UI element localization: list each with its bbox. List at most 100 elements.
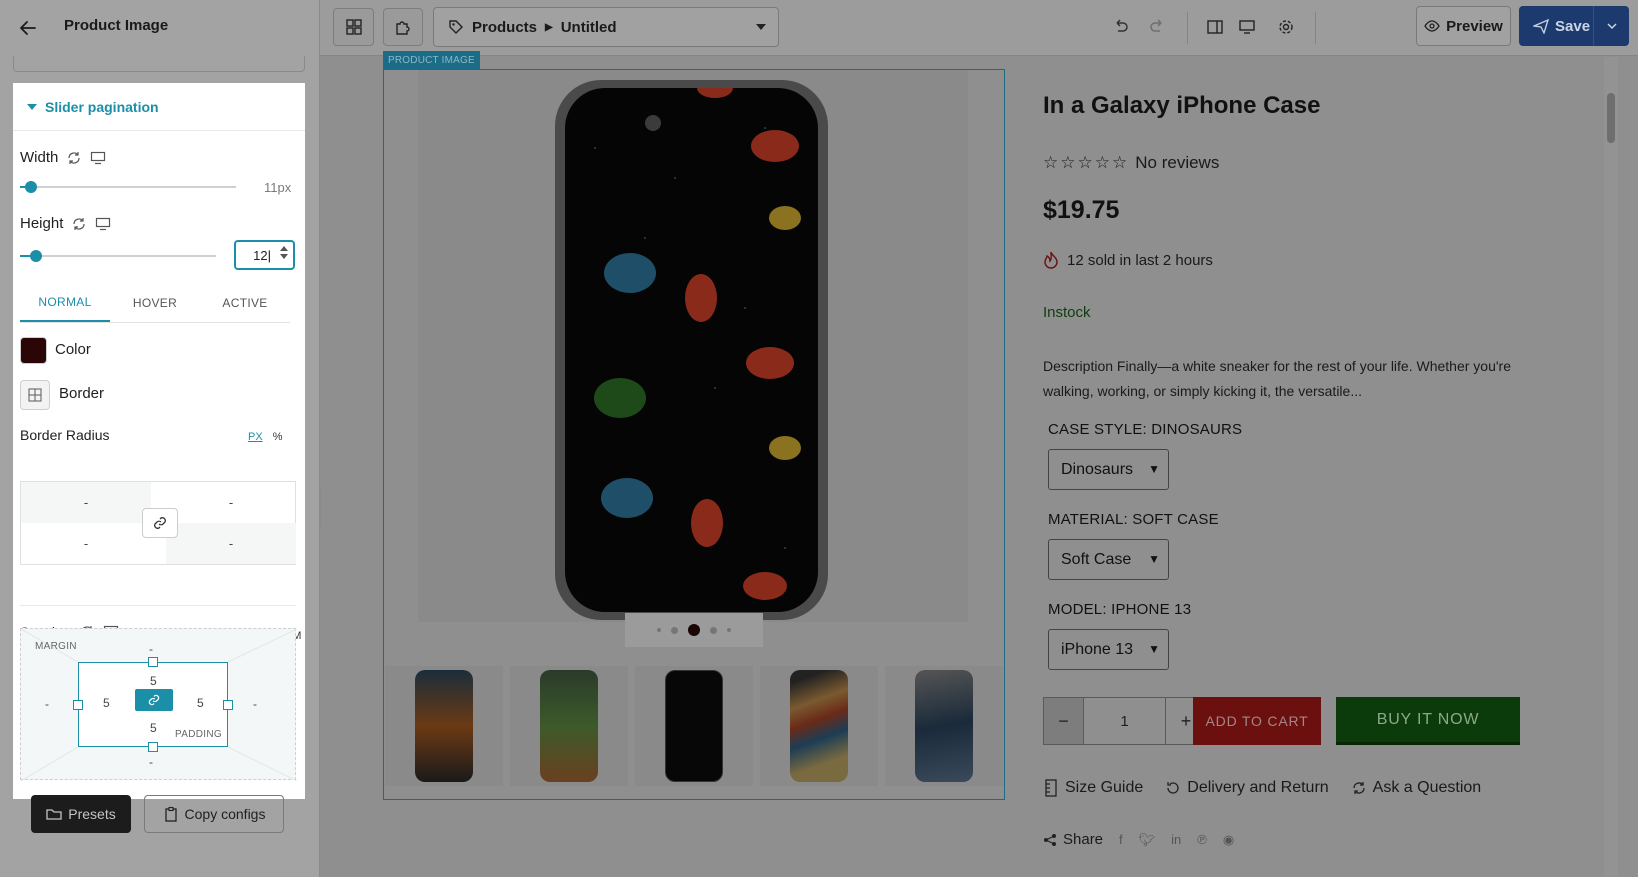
padding-bottom-handle[interactable] xyxy=(148,742,158,752)
material-value: Soft Case xyxy=(1061,550,1132,568)
copy-configs-button[interactable]: Copy configs xyxy=(144,795,284,833)
border-label: Border xyxy=(59,385,104,402)
pinterest-icon[interactable]: ℗ xyxy=(1197,832,1207,847)
breadcrumb-products: Products xyxy=(472,18,538,36)
delivery-return-link[interactable]: Delivery and Return xyxy=(1165,779,1329,797)
desktop-icon[interactable] xyxy=(90,150,106,166)
padding-left[interactable]: 5 xyxy=(103,696,110,710)
radius-top-right[interactable]: - xyxy=(166,482,296,523)
device-desktop-button[interactable] xyxy=(1234,14,1260,40)
save-main[interactable]: Save xyxy=(1519,18,1593,35)
preview-button[interactable]: Preview xyxy=(1416,6,1511,46)
refresh-icon xyxy=(1353,782,1365,794)
settings-panel: Slider pagination Width 11px Height 12| xyxy=(0,56,320,877)
margin-top[interactable]: - xyxy=(149,642,153,656)
plugin-button[interactable] xyxy=(383,8,423,46)
reddit-icon[interactable]: ◉ xyxy=(1223,832,1234,848)
padding-link-button[interactable] xyxy=(135,689,173,711)
desktop-icon[interactable] xyxy=(95,216,111,232)
padding-left-handle[interactable] xyxy=(73,700,83,710)
save-options-button[interactable] xyxy=(1593,6,1629,46)
undo-button[interactable] xyxy=(1108,14,1134,40)
radius-link-button[interactable] xyxy=(142,508,178,538)
model-select[interactable]: iPhone 13 ▼ xyxy=(1048,629,1169,670)
stepper-down-icon[interactable] xyxy=(280,254,288,259)
caret-down-icon xyxy=(27,104,37,110)
quantity-decrease-button[interactable]: − xyxy=(1044,698,1084,744)
margin-left[interactable]: - xyxy=(45,697,49,711)
canvas-scrollbar[interactable] xyxy=(1604,57,1618,877)
radius-bottom-right[interactable]: - xyxy=(166,523,296,564)
width-value: 11px xyxy=(264,180,292,195)
ask-question-link[interactable]: Ask a Question xyxy=(1351,779,1482,797)
tab-normal[interactable]: NORMAL xyxy=(20,283,110,322)
product-price: $19.75 xyxy=(1043,196,1120,224)
product-links: Size Guide Delivery and Return Ask a Que… xyxy=(1043,779,1481,797)
padding-top-handle[interactable] xyxy=(148,657,158,667)
quantity-input[interactable]: 1 xyxy=(1084,698,1166,744)
tab-hover[interactable]: HOVER xyxy=(110,283,200,322)
width-slider-track[interactable] xyxy=(20,186,236,188)
border-button[interactable] xyxy=(20,380,50,410)
ask-question-label: Ask a Question xyxy=(1372,779,1482,796)
color-swatch[interactable] xyxy=(20,337,47,364)
preview-label: Preview xyxy=(1446,17,1503,35)
add-to-cart-button[interactable]: ADD TO CART xyxy=(1193,697,1321,745)
divider xyxy=(13,130,305,131)
margin-right[interactable]: - xyxy=(253,697,257,711)
reset-icon[interactable] xyxy=(71,216,87,232)
padding-right[interactable]: 5 xyxy=(197,696,204,710)
material-select[interactable]: Soft Case ▼ xyxy=(1048,539,1169,580)
unit-percent[interactable]: % xyxy=(273,431,283,443)
twitter-icon[interactable]: 🐦︎ xyxy=(1139,832,1156,848)
redo-button[interactable] xyxy=(1144,14,1170,40)
stepper-up-icon[interactable] xyxy=(280,246,288,251)
height-input[interactable]: 12 | xyxy=(234,240,295,270)
chevron-down-icon: ▼ xyxy=(1148,462,1160,476)
height-stepper[interactable] xyxy=(280,246,288,259)
quantity-stepper: − 1 + xyxy=(1043,697,1207,745)
height-slider-thumb[interactable] xyxy=(30,250,42,262)
selected-element-outline xyxy=(383,69,1005,800)
size-guide-link[interactable]: Size Guide xyxy=(1043,779,1143,797)
sold-text: 12 sold in last 2 hours xyxy=(1067,251,1213,269)
section-title: Slider pagination xyxy=(45,99,159,115)
grid-icon xyxy=(345,19,362,35)
selection-tag[interactable]: PRODUCT IMAGE xyxy=(383,51,480,69)
reset-icon[interactable] xyxy=(66,150,82,166)
linkedin-icon[interactable]: in xyxy=(1171,832,1181,847)
padding-box: 5 5 5 5 PADDING xyxy=(78,662,228,747)
settings-button[interactable] xyxy=(1273,14,1299,40)
height-slider-track[interactable] xyxy=(20,255,216,257)
ruler-icon xyxy=(1045,779,1057,797)
redo-icon xyxy=(1150,19,1162,32)
rating-row: ☆ ☆ ☆ ☆ ☆ No reviews xyxy=(1043,153,1219,173)
buy-now-button[interactable]: BUY IT NOW xyxy=(1336,697,1520,745)
flame-icon xyxy=(1044,251,1058,269)
padding-right-handle[interactable] xyxy=(223,700,233,710)
layout-grid-button[interactable] xyxy=(333,8,374,46)
border-radius-label-text: Border Radius xyxy=(20,427,110,443)
slider-pagination-toggle[interactable]: Slider pagination xyxy=(27,99,159,115)
tab-active[interactable]: ACTIVE xyxy=(200,283,290,322)
star-icon: ☆ xyxy=(1094,153,1110,172)
gear-icon xyxy=(1279,20,1293,34)
reviews-text: No reviews xyxy=(1135,153,1220,172)
scrollbar-thumb[interactable] xyxy=(1607,93,1615,143)
presets-button[interactable]: Presets xyxy=(31,795,131,833)
back-button[interactable] xyxy=(14,14,42,42)
facebook-icon[interactable]: f xyxy=(1119,832,1123,847)
toggle-sidebar-button[interactable] xyxy=(1202,14,1228,40)
radius-bottom-left[interactable]: - xyxy=(21,523,151,564)
case-style-select[interactable]: Dinosaurs ▼ xyxy=(1048,449,1169,490)
clipboard-icon xyxy=(164,806,177,822)
page-selector[interactable]: Products ▶ Untitled xyxy=(433,7,779,47)
radius-top-left[interactable]: - xyxy=(21,482,151,523)
margin-bottom[interactable]: - xyxy=(149,755,153,769)
width-slider-thumb[interactable] xyxy=(25,181,37,193)
unit-px[interactable]: PX xyxy=(248,431,263,443)
option-label-case-style: CASE STYLE: DINOSAURS xyxy=(1048,421,1243,438)
padding-bottom[interactable]: 5 xyxy=(150,721,157,735)
save-button[interactable]: Save xyxy=(1519,6,1629,46)
padding-top[interactable]: 5 xyxy=(150,674,157,688)
